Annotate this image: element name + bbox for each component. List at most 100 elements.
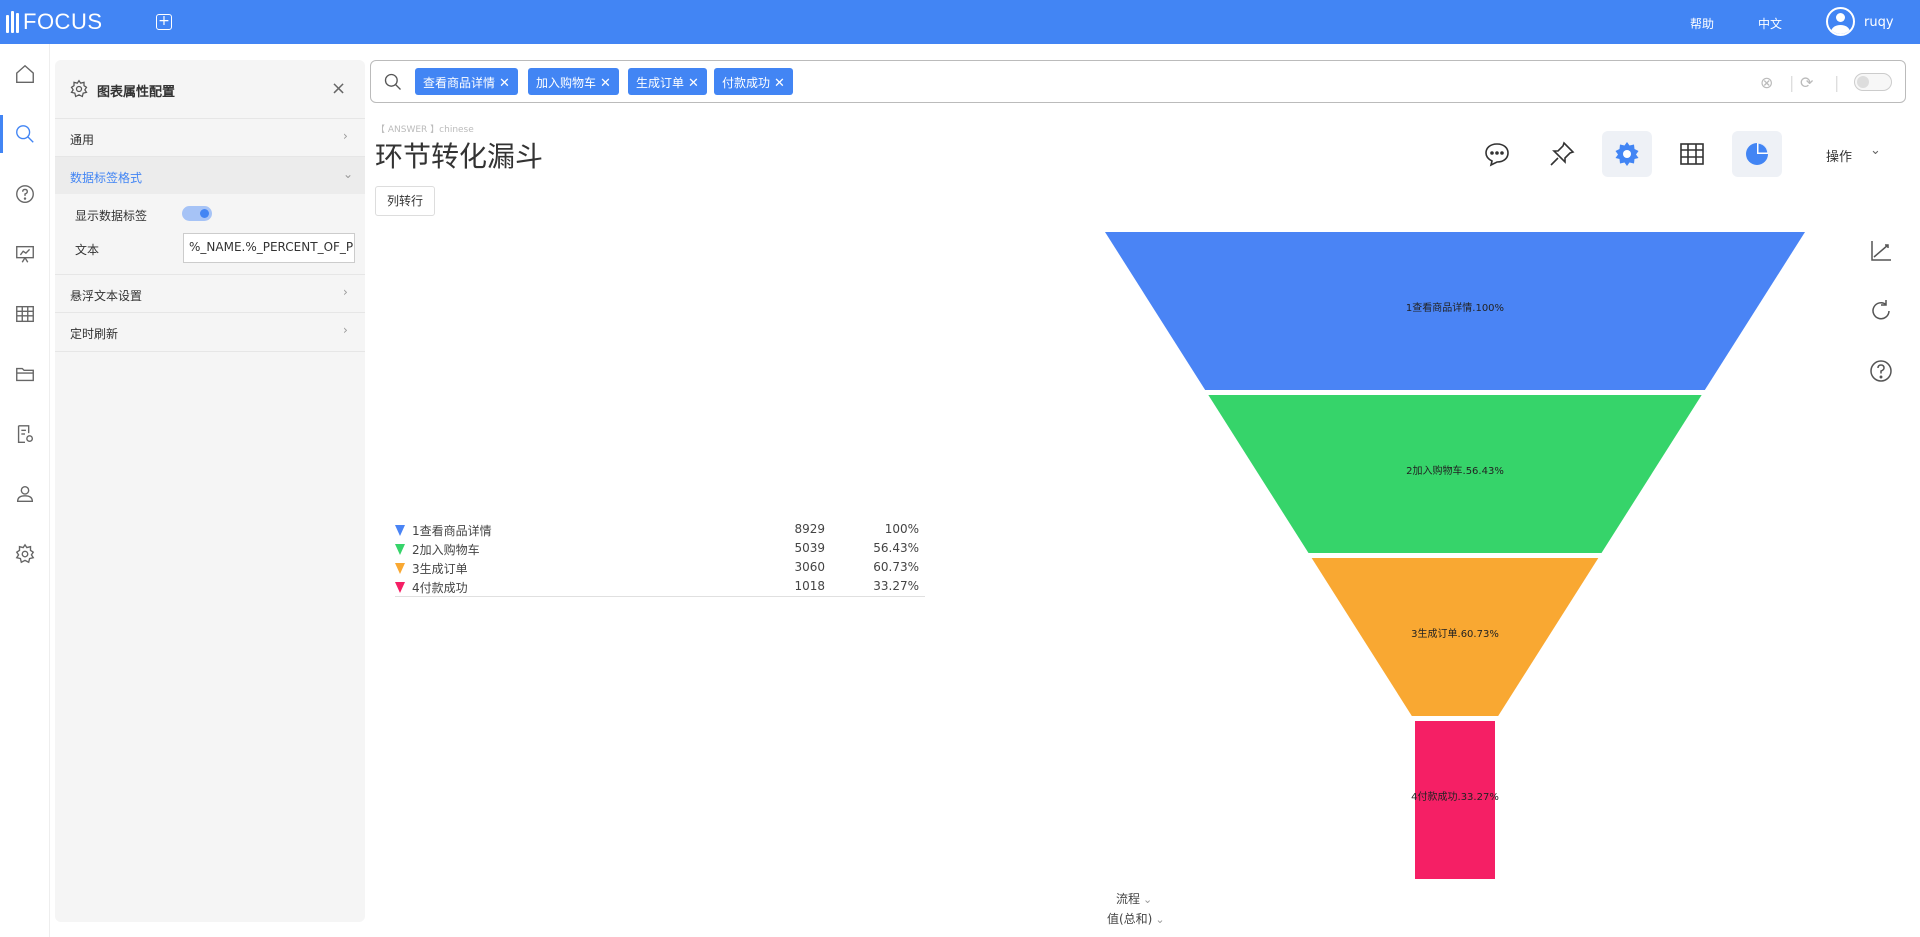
top-bar: FOCUS + 帮助 中文 ruqy	[0, 0, 1920, 44]
legend-divider	[395, 596, 925, 597]
tag-label: 生成订单	[636, 76, 685, 90]
section-label: 数据标签格式	[70, 171, 143, 185]
tag-label: 付款成功	[722, 76, 771, 90]
nav-help-icon[interactable]	[0, 169, 50, 219]
legend-marker	[395, 582, 405, 593]
chevron-down-icon: ⌄	[1143, 893, 1153, 906]
clear-icon[interactable]: ⊗	[1760, 73, 1773, 92]
logo-icon	[6, 11, 19, 33]
close-icon[interactable]: ✕	[600, 76, 611, 91]
legend-name: 4付款成功	[412, 581, 468, 595]
panel-header: 图表属性配置 ×	[55, 60, 365, 118]
nav-table-icon[interactable]	[0, 289, 50, 339]
chat-bubble-icon	[1485, 143, 1509, 167]
legend-percent: 33.27%	[873, 579, 919, 593]
table-view-button[interactable]	[1667, 131, 1717, 177]
operations-menu[interactable]: 操作	[1826, 146, 1852, 165]
table-icon	[1680, 143, 1704, 165]
section-label: 通用	[70, 133, 95, 147]
section-tooltip-settings[interactable]: 悬浮文本设置 ›	[55, 274, 365, 312]
x-axis-label[interactable]: 流程 ⌄	[1116, 890, 1152, 907]
logo[interactable]: FOCUS	[6, 8, 103, 36]
legend-percent: 60.73%	[873, 560, 919, 574]
nav-folder-icon[interactable]	[0, 349, 50, 399]
refresh-icon[interactable]: ⟳	[1800, 73, 1813, 92]
username[interactable]: ruqy	[1864, 15, 1894, 30]
nav-search-icon[interactable]	[0, 109, 50, 159]
search-tag[interactable]: 加入购物车 ✕	[528, 68, 619, 95]
comment-button[interactable]	[1472, 131, 1522, 177]
chart-settings-button[interactable]	[1602, 131, 1652, 177]
legend-percent: 56.43%	[873, 541, 919, 555]
logo-text: FOCUS	[23, 9, 103, 34]
divider: |	[1834, 73, 1840, 92]
chevron-down-icon[interactable]: ⌄	[1870, 143, 1881, 158]
tag-label: 查看商品详情	[423, 76, 496, 90]
close-icon[interactable]: ✕	[688, 76, 699, 91]
funnel-chart: 1查看商品详情.100% 2加入购物车.56.43% 3生成订单.60.73% 4付款…	[1105, 232, 1805, 879]
legend-name: 1查看商品详情	[412, 524, 492, 538]
show-data-label-text: 显示数据标签	[75, 209, 148, 223]
nav-presentation-icon[interactable]	[0, 229, 50, 279]
close-icon[interactable]: ✕	[774, 76, 785, 91]
section-scheduled-refresh[interactable]: 定时刷新 ›	[55, 312, 365, 352]
column-to-row-button[interactable]: 列转行	[375, 186, 435, 216]
chevron-down-icon: ⌄	[1155, 913, 1165, 926]
chart-legend: 1查看商品详情 8929 100% 2加入购物车 5039 56.43% 3生成…	[395, 521, 925, 597]
pin-icon	[1550, 141, 1575, 166]
funnel-data-label: 3生成订单.60.73%	[1411, 627, 1499, 640]
section-data-label-format[interactable]: 数据标签格式 ⌄	[55, 156, 365, 194]
search-icon	[384, 73, 401, 90]
divider: |	[1789, 73, 1795, 92]
axis-settings-icon[interactable]	[1868, 238, 1894, 264]
legend-name: 2加入购物车	[412, 543, 480, 557]
legend-marker	[395, 563, 405, 574]
chevron-right-icon: ›	[343, 285, 348, 299]
chart-view-button[interactable]	[1732, 131, 1782, 177]
nav-settings-icon[interactable]	[0, 529, 50, 579]
nav-user-icon[interactable]	[0, 469, 50, 519]
section-general[interactable]: 通用 ›	[55, 118, 365, 156]
panel-title: 图表属性配置	[97, 85, 176, 100]
left-nav	[0, 44, 50, 937]
help-link[interactable]: 帮助	[1690, 15, 1714, 32]
section-label: 定时刷新	[70, 327, 119, 341]
language-switch[interactable]: 中文	[1758, 15, 1782, 32]
gear-icon	[70, 79, 88, 98]
nav-home-icon[interactable]	[0, 49, 50, 99]
text-field-label: 文本	[75, 243, 100, 257]
legend-row[interactable]: 1查看商品详情 8929 100%	[395, 521, 925, 540]
search-tag[interactable]: 付款成功 ✕	[714, 68, 793, 95]
funnel-data-label: 1查看商品详情.100%	[1406, 301, 1504, 314]
legend-row[interactable]: 3生成订单 3060 60.73%	[395, 559, 925, 578]
search-tag[interactable]: 生成订单 ✕	[628, 68, 707, 95]
close-icon[interactable]: ✕	[499, 76, 510, 91]
close-icon[interactable]: ×	[331, 78, 346, 99]
add-tab-icon[interactable]: +	[156, 14, 172, 30]
search-mode-toggle[interactable]	[1854, 73, 1892, 91]
legend-row[interactable]: 2加入购物车 5039 56.43%	[395, 540, 925, 559]
chevron-right-icon: ›	[343, 323, 348, 337]
show-data-label-toggle[interactable]	[182, 206, 212, 221]
chart-config-panel: 图表属性配置 × 通用 › 数据标签格式 ⌄ 显示数据标签 文本 %_NAME.…	[55, 60, 365, 922]
legend-row[interactable]: 4付款成功 1018 33.27%	[395, 578, 925, 597]
help-icon[interactable]	[1868, 358, 1894, 384]
label-text-input[interactable]: %_NAME.%_PERCENT_OF_P	[183, 233, 355, 263]
y-axis-label[interactable]: 值(总和) ⌄	[1107, 910, 1165, 927]
search-tag[interactable]: 查看商品详情 ✕	[415, 68, 518, 95]
legend-value: 3060	[794, 560, 825, 574]
tag-label: 加入购物车	[536, 76, 597, 90]
user-avatar-icon[interactable]	[1826, 7, 1855, 36]
search-bar[interactable]: 查看商品详情 ✕ 加入购物车 ✕ 生成订单 ✕ 付款成功 ✕ ⊗ | ⟳ |	[370, 60, 1906, 103]
chevron-down-icon: ⌄	[343, 167, 354, 181]
pie-chart-icon	[1746, 143, 1768, 165]
chevron-right-icon: ›	[343, 129, 348, 143]
gear-icon	[1615, 142, 1639, 166]
legend-percent: 100%	[884, 522, 919, 536]
nav-report-settings-icon[interactable]	[0, 409, 50, 459]
funnel-data-label: 4付款成功.33.27%	[1411, 790, 1499, 803]
legend-value: 5039	[794, 541, 825, 555]
refresh-icon[interactable]	[1868, 298, 1894, 324]
pin-button[interactable]	[1537, 131, 1587, 177]
legend-marker	[395, 544, 405, 555]
